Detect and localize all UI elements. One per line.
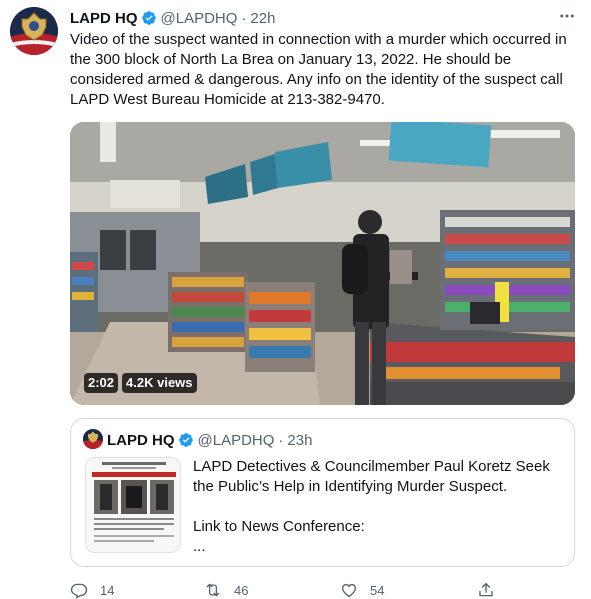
video-player[interactable]: [70, 122, 575, 405]
tweet-header: LAPD HQ @LAPDHQ · 22h: [70, 8, 275, 28]
quoted-tweet-thumbnail: [85, 457, 181, 553]
author-name[interactable]: LAPD HQ: [70, 10, 138, 27]
retweet-count: 46: [234, 582, 249, 598]
retweet-icon: [204, 581, 222, 599]
quoted-tweet-timestamp: 23h: [287, 431, 313, 449]
tweet[interactable]: LAPD HQ @LAPDHQ · 22h Video of the suspe…: [0, 0, 591, 599]
quoted-tweet-text: LAPD Detectives & Councilmember Paul Kor…: [193, 458, 550, 555]
verified-badge-icon: [178, 432, 194, 448]
video-duration: 2:02: [84, 373, 119, 393]
reply-icon: [70, 581, 88, 599]
reply-count: 14: [100, 582, 115, 598]
quoted-author-handle: @LAPDHQ: [197, 431, 275, 449]
reply-button[interactable]: 14: [70, 580, 114, 599]
video-badges: 2:02 4.2K views: [84, 373, 197, 393]
share-icon: [477, 581, 495, 599]
quoted-author-avatar: [83, 429, 103, 449]
separator-dot: ·: [241, 9, 247, 27]
verified-badge-icon: [141, 10, 157, 26]
share-button[interactable]: [477, 580, 495, 599]
video-view-count: 4.2K views: [122, 373, 197, 393]
video-frame-image: [70, 122, 575, 405]
like-count: 54: [370, 582, 385, 598]
separator-dot: ·: [278, 431, 284, 449]
quoted-tweet-header: LAPD HQ @LAPDHQ · 23h: [107, 430, 312, 450]
more-options-icon[interactable]: [556, 6, 578, 26]
heart-icon: [340, 581, 358, 599]
quoted-author-name: LAPD HQ: [107, 431, 175, 449]
tweet-text: Video of the suspect wanted in connectio…: [70, 31, 567, 108]
retweet-button[interactable]: 46: [204, 580, 248, 599]
like-button[interactable]: 54: [340, 580, 384, 599]
tweet-actions: 14 46 54: [70, 580, 500, 599]
author-avatar[interactable]: [10, 7, 58, 55]
quoted-tweet[interactable]: LAPD HQ @LAPDHQ · 23h LAPD Detectives & …: [70, 418, 575, 567]
author-handle[interactable]: @LAPDHQ: [161, 10, 238, 27]
tweet-timestamp[interactable]: 22h: [250, 10, 275, 27]
